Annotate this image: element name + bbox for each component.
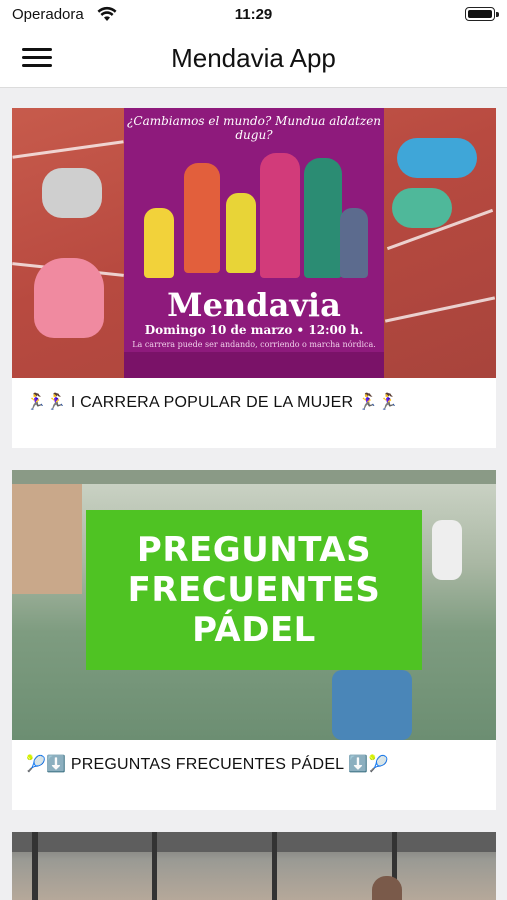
- app-title: Mendavia App: [171, 43, 336, 73]
- padel-banner: PREGUNTAS FRECUENTES PÁDEL: [86, 510, 422, 670]
- poster-subtitle: ¿Cambiamos el mundo? Mundua aldatzen dug…: [126, 114, 382, 142]
- poster-title: Mendavia: [167, 286, 341, 324]
- battery-icon: [465, 7, 499, 21]
- post-image-padel[interactable]: PREGUNTAS FRECUENTES PÁDEL: [12, 470, 496, 740]
- banner-line-2: FRECUENTES: [127, 570, 381, 610]
- post-card-third[interactable]: [12, 832, 496, 900]
- post-caption[interactable]: 🏃‍♀️🏃‍♀️ I CARRERA POPULAR DE LA MUJER 🏃…: [12, 378, 496, 448]
- post-caption[interactable]: 🎾⬇️ PREGUNTAS FRECUENTES PÁDEL ⬇️🎾: [12, 740, 496, 810]
- news-feed[interactable]: ¿Cambiamos el mundo? Mundua aldatzen dug…: [12, 108, 496, 900]
- post-card-carrera[interactable]: ¿Cambiamos el mundo? Mundua aldatzen dug…: [12, 108, 496, 448]
- post-card-padel[interactable]: PREGUNTAS FRECUENTES PÁDEL 🎾⬇️ PREGUNTAS…: [12, 470, 496, 810]
- poster-date: Domingo 10 de marzo • 12:00 h.: [144, 323, 364, 337]
- poster-footer: [124, 352, 384, 378]
- banner-line-3: PÁDEL: [192, 610, 316, 650]
- post-image-carrera[interactable]: ¿Cambiamos el mundo? Mundua aldatzen dug…: [12, 108, 496, 378]
- poster-note: La carrera puede ser andando, corriendo …: [132, 340, 376, 349]
- post-image-third[interactable]: [12, 832, 496, 900]
- race-poster: ¿Cambiamos el mundo? Mundua aldatzen dug…: [124, 108, 384, 378]
- clock: 11:29: [234, 6, 273, 23]
- navigation-bar: Mendavia App: [0, 30, 507, 88]
- status-bar: Operadora 11:29: [0, 0, 507, 30]
- banner-line-1: PREGUNTAS: [136, 530, 372, 570]
